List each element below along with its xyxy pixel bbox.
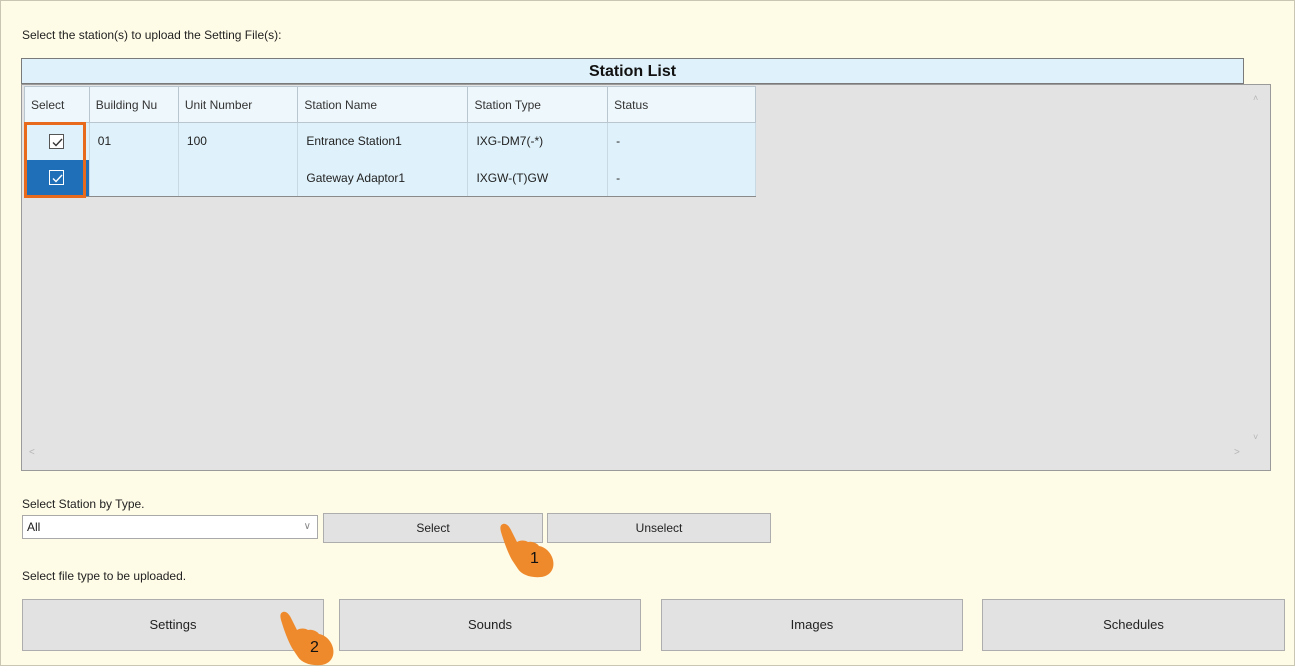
- row-checkbox[interactable]: [49, 133, 65, 149]
- step-2-number: 2: [310, 639, 319, 656]
- column-header-station-name[interactable]: Station Name: [297, 86, 469, 123]
- hand-pointer-icon: [280, 611, 334, 666]
- station-type-cell: IXG-DM7(-*): [467, 122, 609, 160]
- chevron-down-icon[interactable]: ∨: [304, 516, 311, 538]
- select-file-type-label: Select file type to be uploaded.: [22, 569, 187, 583]
- row-select-cell[interactable]: [24, 122, 90, 160]
- dropdown-value: All: [27, 520, 41, 534]
- upload-panel: Select the station(s) to upload the Sett…: [0, 0, 1295, 666]
- column-header-select[interactable]: Select: [24, 86, 90, 123]
- step-1-number: 1: [530, 550, 539, 567]
- step-2-pointer: 2: [275, 608, 339, 666]
- station-type-cell: IXGW-(T)GW: [467, 159, 609, 197]
- building-number-cell: [88, 159, 179, 197]
- station-table: Select Building Nu Unit Number Station N…: [24, 86, 756, 197]
- scroll-left-arrow-icon[interactable]: <: [29, 447, 35, 458]
- column-header-status[interactable]: Status: [607, 86, 756, 123]
- checkmark-icon: [52, 138, 63, 147]
- station-name-cell: Entrance Station1: [297, 122, 469, 160]
- station-type-dropdown[interactable]: All ∨: [22, 515, 318, 539]
- column-header-unit[interactable]: Unit Number: [177, 86, 299, 123]
- station-name-cell: Gateway Adaptor1: [297, 159, 469, 197]
- unit-number-cell: 100: [177, 122, 299, 160]
- scroll-up-arrow-icon[interactable]: ˄: [1253, 93, 1258, 103]
- table-header-row: Select Building Nu Unit Number Station N…: [24, 86, 756, 123]
- unselect-button[interactable]: Unselect: [547, 513, 771, 543]
- hand-pointer-icon: [500, 523, 554, 578]
- images-button[interactable]: Images: [661, 599, 963, 651]
- table-row[interactable]: Gateway Adaptor1 IXGW-(T)GW -: [24, 159, 756, 197]
- status-cell: -: [607, 159, 756, 197]
- step-1-pointer: 1: [495, 520, 559, 578]
- column-header-station-type[interactable]: Station Type: [467, 86, 609, 123]
- schedules-button[interactable]: Schedules: [982, 599, 1285, 651]
- station-list-title: Station List: [21, 58, 1244, 84]
- column-header-building[interactable]: Building Nu: [88, 86, 179, 123]
- building-number-cell: 01: [88, 122, 179, 160]
- status-cell: -: [607, 122, 756, 160]
- scroll-down-arrow-icon[interactable]: ˅: [1253, 432, 1258, 442]
- row-checkbox[interactable]: [49, 170, 65, 186]
- unit-number-cell: [177, 159, 299, 197]
- select-by-type-label: Select Station by Type.: [22, 497, 145, 511]
- select-stations-instruction: Select the station(s) to upload the Sett…: [22, 28, 282, 42]
- checkmark-icon: [52, 174, 63, 183]
- sounds-button[interactable]: Sounds: [339, 599, 641, 651]
- scroll-right-arrow-icon[interactable]: >: [1234, 447, 1240, 458]
- station-grid[interactable]: Select Building Nu Unit Number Station N…: [21, 84, 1271, 471]
- row-select-cell[interactable]: [24, 159, 90, 197]
- table-row[interactable]: 01 100 Entrance Station1 IXG-DM7(-*) -: [24, 122, 756, 160]
